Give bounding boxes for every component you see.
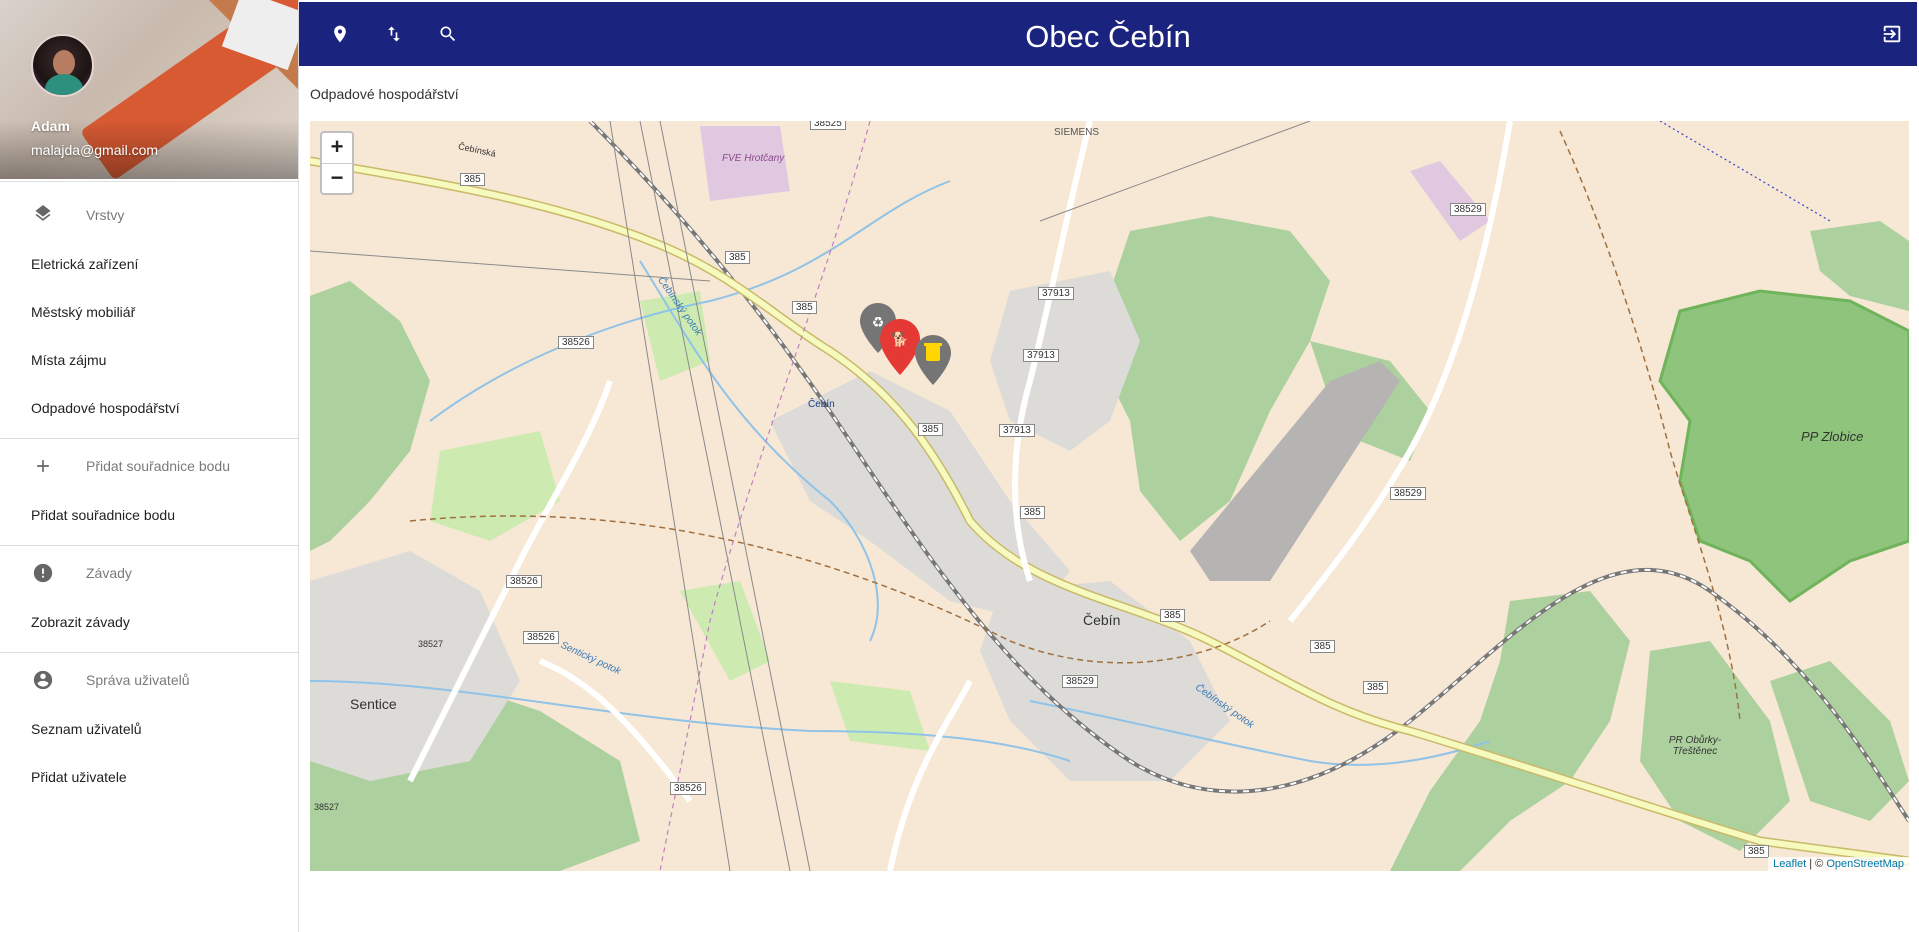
- top-app-bar: Obec Čebín: [299, 2, 1917, 66]
- road-number: 38526: [506, 575, 542, 588]
- road-number: 38526: [670, 782, 706, 795]
- section-header-defects: Závady: [0, 548, 298, 598]
- leaflet-link[interactable]: Leaflet: [1773, 858, 1806, 870]
- user-email: malajda@gmail.com: [31, 142, 159, 158]
- road-number: 385: [725, 251, 750, 264]
- section-header-user-management: Správa uživatelů: [0, 655, 298, 705]
- logout-icon[interactable]: [1880, 22, 1904, 46]
- road-number: 385: [1744, 845, 1769, 858]
- road-number: 38529: [1390, 487, 1426, 500]
- place-label: Čebín: [1083, 612, 1121, 628]
- profile-header: Adam malajda@gmail.com: [0, 0, 298, 179]
- app-title: Obec Čebín: [1025, 19, 1191, 54]
- menu-item-city-furniture[interactable]: Městský mobiliář: [0, 288, 298, 336]
- road-number: 385: [1020, 506, 1045, 519]
- map-tiles: [310, 121, 1909, 871]
- openstreetmap-link[interactable]: OpenStreetMap: [1826, 858, 1904, 870]
- road-number: 37913: [999, 424, 1035, 437]
- road-number: 38529: [1062, 675, 1098, 688]
- place-label: SIEMENS: [1054, 127, 1100, 138]
- section-header-add-coordinates: Přidat souřadnice bodu: [0, 441, 298, 491]
- road-number: 38527: [418, 639, 444, 649]
- menu-item-user-list[interactable]: Seznam uživatelů: [0, 705, 298, 753]
- road-number: 385: [1363, 681, 1388, 694]
- road-number: 385: [792, 301, 817, 314]
- zoom-control: + −: [320, 131, 354, 195]
- map-attribution: Leaflet | © OpenStreetMap: [1768, 857, 1909, 871]
- road-number: 38527: [314, 802, 340, 812]
- menu-item-electrical[interactable]: Eletrická zařízení: [0, 240, 298, 288]
- road-number: 38525: [810, 121, 846, 130]
- section-header-layers: Vrstvy: [0, 190, 298, 240]
- menu-item-points-of-interest[interactable]: Místa zájmu: [0, 336, 298, 384]
- place-label: PP Zlobice: [1801, 429, 1864, 444]
- menu-item-add-coordinates[interactable]: Přidat souřadnice bodu: [0, 491, 298, 539]
- menu-item-show-defects[interactable]: Zobrazit závady: [0, 598, 298, 646]
- menu-item-waste-management[interactable]: Odpadové hospodářství: [0, 384, 298, 432]
- user-name: Adam: [31, 118, 70, 134]
- place-label: FVE Hrotčany: [722, 153, 785, 164]
- road-number: 38526: [523, 631, 559, 644]
- layers-icon: [31, 203, 55, 227]
- road-number: 385: [1160, 609, 1185, 622]
- page-title: Odpadové hospodářství: [310, 86, 459, 102]
- sidebar: Adam malajda@gmail.com Vrstvy Eletrická …: [0, 0, 299, 932]
- section-header-label: Vrstvy: [86, 207, 125, 223]
- section-header-label: Přidat souřadnice bodu: [86, 458, 230, 474]
- svg-text:🐕: 🐕: [891, 331, 908, 348]
- place-label: Sentice: [350, 696, 397, 712]
- road-number: 37913: [1038, 287, 1074, 300]
- section-header-label: Závady: [86, 565, 132, 581]
- avatar[interactable]: [31, 34, 94, 97]
- alert-icon: [31, 561, 55, 585]
- road-number: 385: [918, 423, 943, 436]
- attribution-separator: | ©: [1806, 858, 1827, 870]
- zoom-in-button[interactable]: +: [322, 133, 352, 163]
- map[interactable]: 385 385 385 385 385 385 385 385 385 3852…: [310, 121, 1909, 871]
- zoom-out-button[interactable]: −: [322, 163, 352, 193]
- account-circle-icon: [31, 668, 55, 692]
- road-number: 37913: [1023, 349, 1059, 362]
- place-label: Čebín: [808, 399, 835, 410]
- road-number: 38526: [558, 336, 594, 349]
- section-header-label: Správa uživatelů: [86, 672, 190, 688]
- place-label: PR Obůrky-Třeštěnec: [1668, 735, 1722, 757]
- road-number: 385: [1310, 640, 1335, 653]
- road-number: 385: [460, 173, 485, 186]
- road-number: 38529: [1450, 203, 1486, 216]
- menu-item-add-user[interactable]: Přidat uživatele: [0, 753, 298, 801]
- plus-icon: [31, 454, 55, 478]
